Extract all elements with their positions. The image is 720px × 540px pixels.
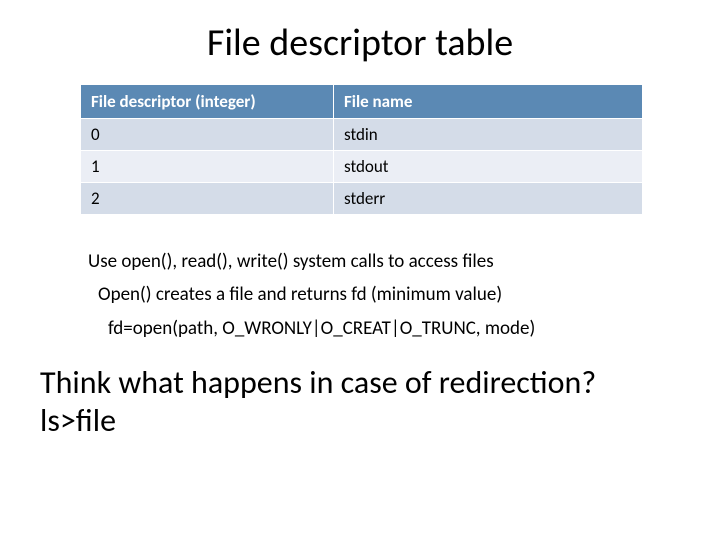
table-header-row: File descriptor (integer) File name (81, 85, 643, 119)
table-row: 1 stdout (81, 151, 643, 183)
bullet-line-2: Open() creates a file and returns fd (mi… (98, 283, 680, 308)
table-row: 0 stdin (81, 119, 643, 151)
bullet-line-1: Use open(), read(), write() system calls… (88, 250, 680, 275)
question-block: Think what happens in case of redirectio… (40, 364, 680, 441)
header-name: File name (333, 85, 642, 119)
bullet-list: Use open(), read(), write() system calls… (88, 250, 680, 342)
slide-title: File descriptor table (40, 20, 680, 66)
bullet-line-3: fd=open(path, O_WRONLY|O_CREAT|O_TRUNC, … (108, 317, 680, 342)
table-row: 2 stderr (81, 183, 643, 215)
cell-fd: 0 (81, 119, 334, 151)
header-fd: File descriptor (integer) (81, 85, 334, 119)
cell-name: stdout (333, 151, 642, 183)
cell-fd: 1 (81, 151, 334, 183)
cell-name: stdin (333, 119, 642, 151)
cell-name: stderr (333, 183, 642, 215)
cell-fd: 2 (81, 183, 334, 215)
question-line-2: ls>file (40, 402, 680, 440)
file-descriptor-table: File descriptor (integer) File name 0 st… (80, 84, 643, 215)
question-line-1: Think what happens in case of redirectio… (40, 364, 680, 402)
